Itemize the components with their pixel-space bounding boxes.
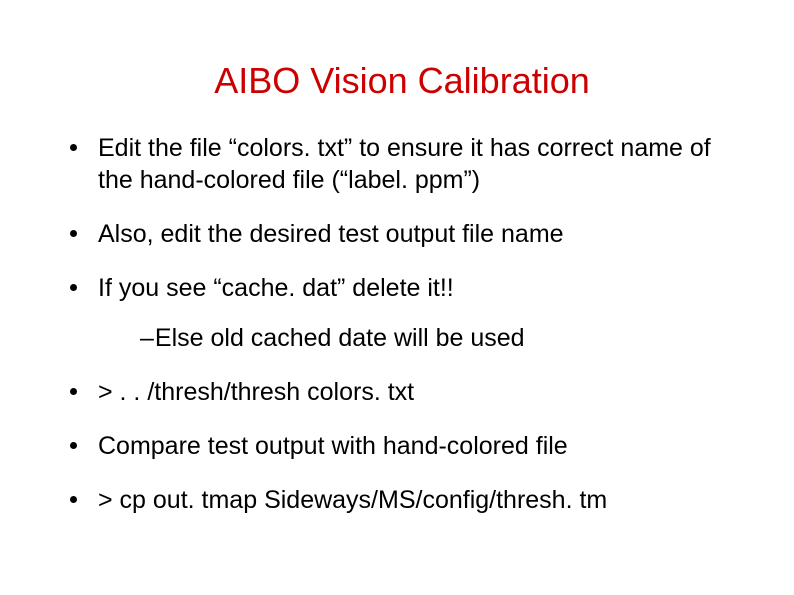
sub-bullet-item: –Else old cached date will be used: [140, 322, 734, 354]
sub-bullet-text: Else old cached date will be used: [155, 324, 525, 352]
bullet-item: Edit the file “colors. txt” to ensure it…: [70, 132, 734, 196]
bullet-item: Compare test output with hand-colored fi…: [70, 430, 734, 462]
bullet-item: If you see “cache. dat” delete it!!: [70, 272, 734, 304]
bullet-list: Edit the file “colors. txt” to ensure it…: [70, 132, 734, 304]
bullet-item: > . . /thresh/thresh colors. txt: [70, 376, 734, 408]
bullet-item: Also, edit the desired test output file …: [70, 218, 734, 250]
slide-title: AIBO Vision Calibration: [70, 60, 734, 102]
bullet-item: > cp out. tmap Sideways/MS/config/thresh…: [70, 484, 734, 516]
slide: AIBO Vision Calibration Edit the file “c…: [0, 0, 794, 595]
dash-icon: –: [140, 324, 153, 352]
bullet-list: > . . /thresh/thresh colors. txt Compare…: [70, 376, 734, 516]
